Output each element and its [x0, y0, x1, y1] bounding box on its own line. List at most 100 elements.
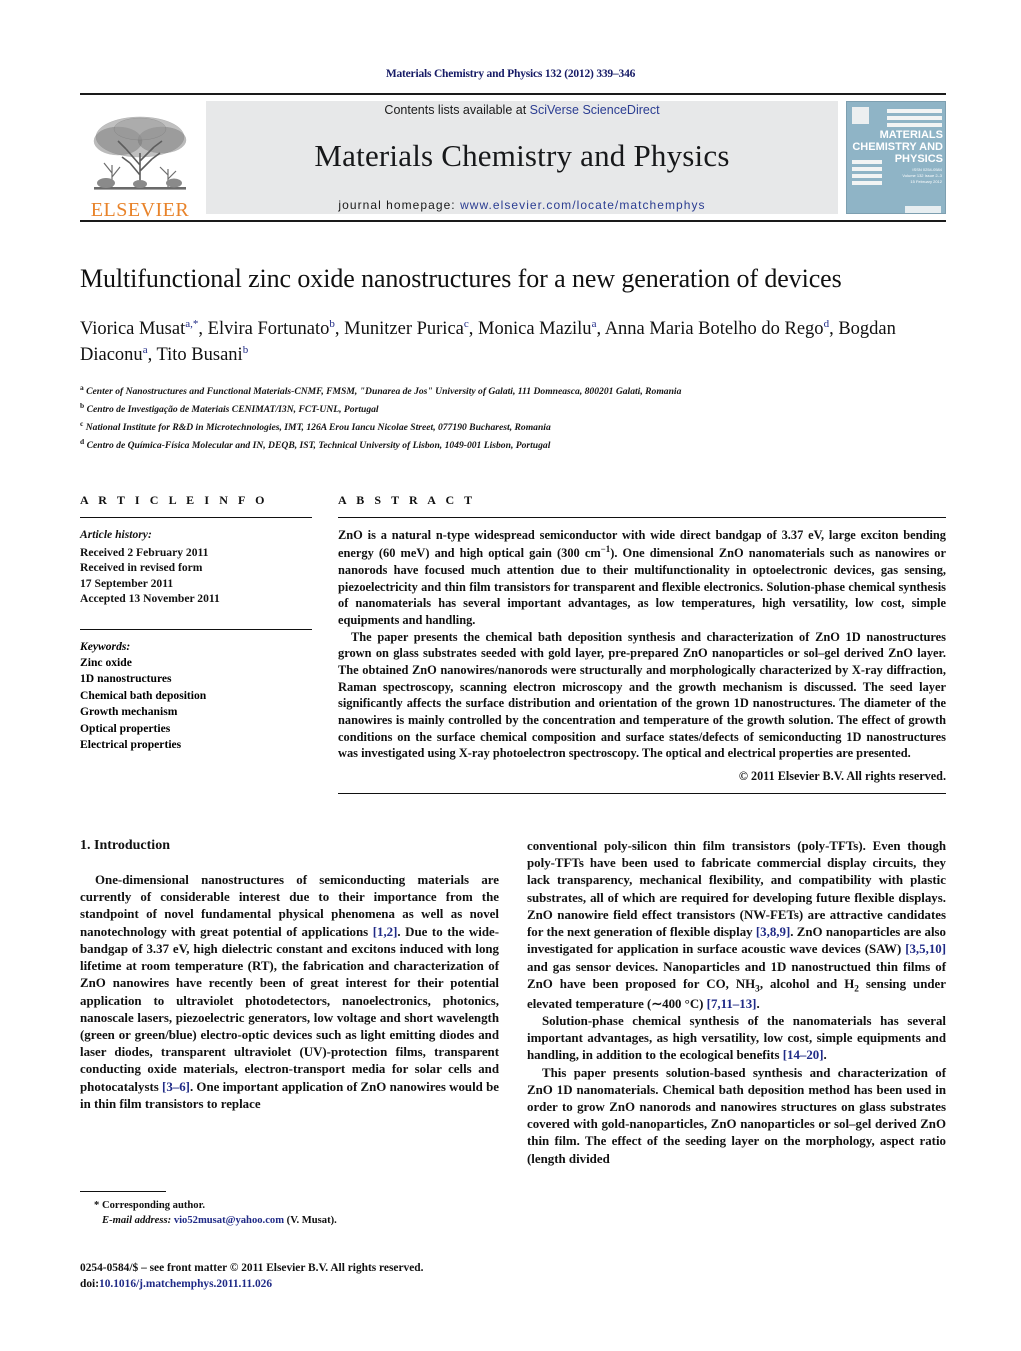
- affiliation-item: c National Institute for R&D in Microtec…: [80, 418, 946, 436]
- keywords-rule: [80, 628, 312, 630]
- journal-banner: Contents lists available at SciVerse Sci…: [206, 101, 838, 214]
- footnote-email-tail: (V. Musat).: [284, 1215, 337, 1227]
- elsevier-wordmark: ELSEVIER: [90, 199, 190, 221]
- article-history: Article history: Received 2 February 201…: [80, 527, 312, 606]
- masthead-bottom-rule: [80, 220, 946, 222]
- corresponding-author-footnote: * Corresponding author. E-mail address: …: [80, 1191, 499, 1229]
- author-affiliation-mark: a: [591, 317, 597, 330]
- cover-meta-2: Volume 132 Issue 2–3: [902, 173, 942, 178]
- footnote-corresponding: * Corresponding author.: [94, 1200, 205, 1212]
- journal-cover-thumbnail: MATERIALS CHEMISTRY AND PHYSICS ISSN 025…: [846, 101, 946, 214]
- affiliation-text: Centro de Investigação de Materiais CENI…: [84, 404, 379, 416]
- abstract-p1-superscript: −1: [600, 544, 611, 555]
- abstract-heading: A B S T R A C T: [338, 493, 476, 508]
- keywords-block: Keywords: Zinc oxide 1D nanostructures Che…: [80, 639, 312, 754]
- intro-paragraph-right-2: Solution-phase chemical synthesis of the…: [527, 1013, 946, 1065]
- cover-rule-5: [852, 167, 882, 171]
- contents-prefix: Contents lists available at: [384, 103, 530, 117]
- contents-line: Contents lists available at SciVerse Sci…: [384, 103, 659, 117]
- cover-meta-3: 15 February 2012: [910, 179, 942, 184]
- abstract-paragraph-1: ZnO is a natural n-type widespread semic…: [338, 527, 946, 628]
- intro-paragraph-left: One-dimensional nanostructures of semico…: [80, 872, 499, 1113]
- body-columns: 1. Introduction One-dimensional nanostru…: [80, 838, 946, 1229]
- doi-label: doi:: [80, 1278, 99, 1291]
- author-name: Tito Busani: [156, 345, 243, 366]
- keyword-item: Optical properties: [80, 721, 171, 735]
- citation-ref-1[interactable]: [1,2]: [373, 925, 398, 939]
- article-info-column: A R T I C L E I N F O Article history: R…: [80, 493, 312, 794]
- cover-title-line-1: MATERIALS: [879, 129, 943, 141]
- elsevier-tree-icon: [93, 116, 187, 190]
- intro-right-part-f: .: [756, 996, 760, 1011]
- keyword-item: Growth mechanism: [80, 705, 178, 719]
- article-history-item: 17 September 2011: [80, 576, 174, 590]
- author-affiliation-mark: a,*: [185, 317, 199, 330]
- citation-ref-4[interactable]: [3,5,10]: [905, 942, 946, 956]
- page-title: Multifunctional zinc oxide nanostructure…: [80, 264, 842, 293]
- title-block: Multifunctional zinc oxide nanostructure…: [80, 264, 946, 453]
- author-affiliation-mark: d: [823, 317, 830, 330]
- author-name: Elvira Fortunato: [207, 318, 330, 339]
- keyword-item: Chemical bath deposition: [80, 688, 207, 702]
- cover-title-line-2: CHEMISTRY AND: [852, 141, 943, 153]
- author-name: Viorica Musat: [80, 318, 186, 339]
- author-name: Monica Mazilu: [478, 318, 592, 339]
- affiliation-text: Centro de Química-Física Molecular and I…: [84, 439, 551, 451]
- author-affiliation-mark: a: [142, 344, 148, 356]
- citation-ref-2[interactable]: [3–6]: [162, 1080, 190, 1094]
- author-name: Anna Maria Botelho do Rego: [604, 318, 824, 339]
- cover-sciencedirect-badge: [905, 206, 941, 213]
- article-history-item: Received in revised form: [80, 561, 203, 575]
- citation-ref-3[interactable]: [3,8,9]: [756, 925, 790, 939]
- sciencedirect-link[interactable]: SciVerse ScienceDirect: [530, 103, 660, 117]
- footnote-rule: [80, 1191, 166, 1193]
- affiliation-item: a Center of Nanostructures and Functiona…: [80, 382, 946, 400]
- intro-right2-part-b: .: [823, 1048, 827, 1063]
- cover-meta-1: ISSN 0254-0584: [912, 167, 942, 172]
- article-history-item: Accepted 13 November 2011: [80, 592, 220, 606]
- cover-rule-4: [852, 160, 882, 164]
- author-affiliation-mark: c: [463, 317, 469, 330]
- elsevier-logo: ELSEVIER: [80, 95, 200, 220]
- journal-title: Materials Chemistry and Physics: [314, 138, 730, 173]
- footnote-email-link[interactable]: vio52musat@yahoo.com: [174, 1215, 284, 1226]
- cover-rule-7: [852, 181, 882, 185]
- abstract-paragraph-2: The paper presents the chemical bath dep…: [338, 629, 946, 761]
- author-list: Viorica Musata,*, Elvira Fortunatob, Mun…: [80, 317, 896, 366]
- article-history-label: Article history:: [80, 528, 152, 542]
- abstract-column: A B S T R A C T ZnO is a natural n-type …: [338, 493, 946, 795]
- cover-logo-box: [852, 107, 869, 124]
- intro-right-part-d: , alcohol and H: [759, 976, 855, 991]
- intro-right2-part-a: Solution-phase chemical synthesis of the…: [527, 1013, 946, 1063]
- affiliation-item: d Centro de Química-Física Molecular and…: [80, 436, 946, 454]
- affiliation-text: National Institute for R&D in Microtechn…: [83, 422, 551, 434]
- intro-paragraph-right-3: This paper presents solution-based synth…: [527, 1065, 946, 1166]
- affiliation-item: b Centro de Investigação de Materiais CE…: [80, 400, 946, 418]
- footer-doi-line: doi:10.1016/j.matchemphys.2011.11.026: [80, 1277, 423, 1293]
- keyword-item: 1D nanostructures: [80, 672, 172, 686]
- affiliation-list: a Center of Nanostructures and Functiona…: [80, 382, 946, 453]
- cover-rule-3: [887, 123, 942, 127]
- abstract-bottom-rule: [338, 793, 946, 795]
- footer-front-matter: 0254-0584/$ – see front matter © 2011 El…: [80, 1262, 424, 1275]
- intro-left-part-b: . Due to the wide-bandgap of 3.37 eV, hi…: [80, 924, 499, 1094]
- keyword-item: Zinc oxide: [80, 655, 132, 669]
- footnote-email-line: E-mail address: vio52musat@yahoo.com (V.…: [80, 1213, 499, 1228]
- running-head: Materials Chemistry and Physics 132 (201…: [385, 68, 636, 80]
- doi-link[interactable]: 10.1016/j.matchemphys.2011.11.026: [99, 1278, 272, 1290]
- article-info-rule: [80, 517, 312, 519]
- citation-ref-6[interactable]: [14–20]: [783, 1048, 824, 1062]
- article-info-heading: A R T I C L E I N F O: [80, 493, 269, 508]
- citation-ref-5[interactable]: [7,11–13]: [707, 997, 757, 1011]
- footnote-email-label: E-mail address:: [102, 1215, 172, 1227]
- abstract-rule: [338, 517, 946, 519]
- keywords-label: Keywords:: [80, 639, 131, 653]
- journal-masthead: ELSEVIER Contents lists available at Sci…: [80, 93, 946, 220]
- abstract-text: ZnO is a natural n-type widespread semic…: [338, 527, 946, 784]
- keywords-items: Zinc oxide 1D nanostructures Chemical bath…: [80, 655, 312, 754]
- homepage-prefix: journal homepage:: [338, 198, 461, 212]
- cover-rule-1: [887, 109, 942, 113]
- info-abstract-region: A R T I C L E I N F O Article history: R…: [80, 493, 946, 795]
- body-column-right: conventional poly-silicon thin film tran…: [527, 838, 946, 1229]
- journal-homepage-link[interactable]: www.elsevier.com/locate/matchemphys: [460, 198, 706, 212]
